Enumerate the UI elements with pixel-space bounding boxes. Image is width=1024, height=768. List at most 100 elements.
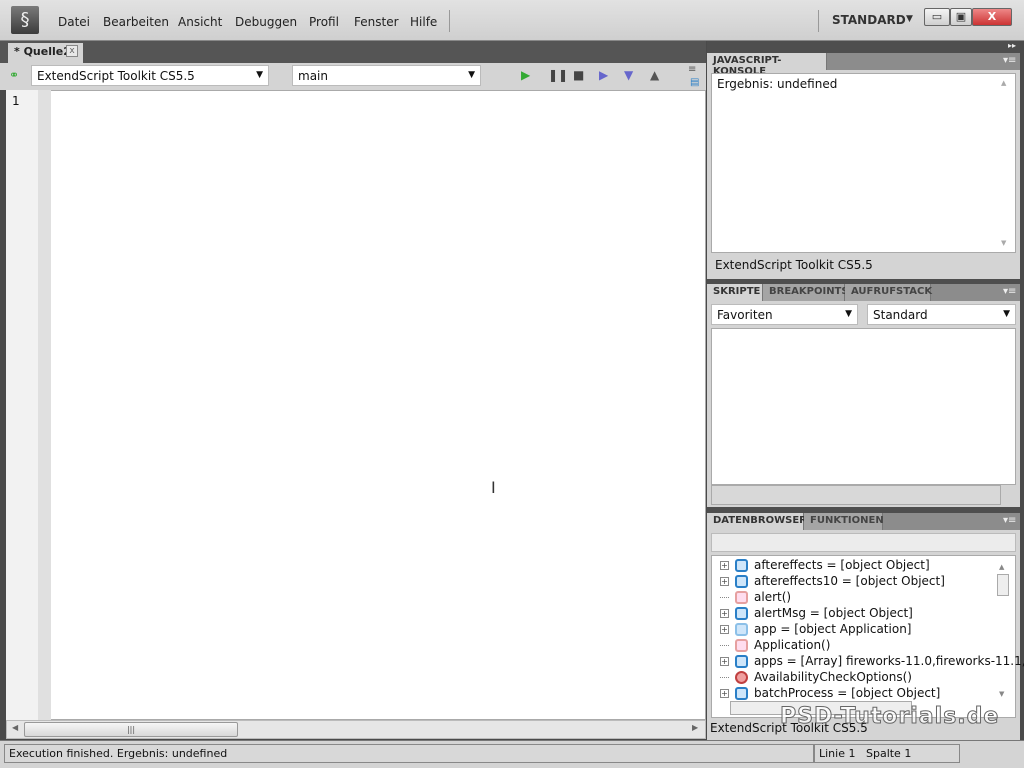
column-indicator: Spalte 1	[865, 747, 912, 760]
close-tab-icon[interactable]: x	[66, 45, 78, 57]
favorites-value: Favoriten	[717, 308, 773, 322]
scroll-right-icon[interactable]: ▶	[692, 723, 698, 732]
tree-item[interactable]: Application()	[720, 637, 830, 653]
expand-icon[interactable]: +	[720, 624, 729, 634]
code-editor[interactable]	[6, 90, 706, 720]
run-icon[interactable]: ▶	[521, 68, 530, 82]
class-icon	[735, 670, 748, 684]
object-icon	[735, 686, 748, 700]
engine-select[interactable]: main ▼	[292, 65, 481, 86]
panel-menu-icon[interactable]: ≡	[688, 64, 696, 75]
scripts-list[interactable]	[711, 328, 1016, 485]
line-number-gutter	[6, 90, 38, 720]
maximize-button[interactable]: ▣	[950, 8, 972, 26]
tab-funktionen[interactable]: FUNKTIONEN	[804, 513, 884, 530]
line-indicator: Linie 1	[819, 747, 856, 760]
horizontal-scrollbar[interactable]	[711, 485, 1001, 505]
console-footer: ExtendScript Toolkit CS5.5	[715, 258, 873, 272]
step-out-icon[interactable]: ▲	[650, 68, 659, 82]
standard-select[interactable]: Standard ▼	[867, 304, 1016, 325]
panel-menu-icon[interactable]: ▾≡	[1003, 286, 1016, 297]
object-icon	[735, 558, 748, 572]
chevron-down-icon[interactable]: ▼	[906, 14, 913, 24]
tree-item[interactable]: AvailabilityCheckOptions()	[720, 669, 912, 685]
favorites-select[interactable]: Favoriten ▼	[711, 304, 858, 325]
app-logo-icon: §	[11, 6, 39, 34]
chevron-down-icon: ▼	[256, 70, 263, 80]
scroll-down-icon[interactable]: ▼	[1001, 239, 1006, 247]
tree-item[interactable]: + app = [object Application]	[720, 621, 911, 637]
minimize-button[interactable]: ▭	[924, 8, 950, 26]
tab-datenbrowser[interactable]: DATENBROWSER	[707, 513, 807, 530]
tree-line	[720, 676, 729, 678]
databrowser-search-input[interactable]	[711, 533, 1016, 552]
scroll-up-icon[interactable]: ▲	[999, 563, 1004, 571]
target-app-value: ExtendScript Toolkit CS5.5	[37, 69, 195, 83]
menu-ansicht[interactable]: Ansicht	[178, 15, 222, 29]
cursor-position: Linie 1 Spalte 1	[814, 744, 960, 763]
tree-item[interactable]: + aftereffects10 = [object Object]	[720, 573, 945, 589]
step-into-icon[interactable]: ▼	[624, 68, 633, 82]
menu-fenster[interactable]: Fenster	[354, 15, 399, 29]
step-over-icon[interactable]: ▶	[599, 68, 608, 82]
panel-menu-icon[interactable]: ▾≡	[1003, 55, 1016, 66]
scroll-left-icon[interactable]: ◀	[12, 723, 18, 732]
stop-icon[interactable]: ■	[573, 68, 584, 82]
tree-item-label: app = [object Application]	[754, 622, 912, 636]
tree-item-label: alertMsg = [object Object]	[754, 606, 913, 620]
tree-item[interactable]: + aftereffects = [object Object]	[720, 557, 930, 573]
tree-item[interactable]: + alertMsg = [object Object]	[720, 605, 913, 621]
menu-bearbeiten[interactable]: Bearbeiten	[103, 15, 169, 29]
text-cursor-icon: I	[491, 478, 496, 497]
close-button[interactable]: X	[972, 8, 1012, 26]
chevron-down-icon: ▼	[468, 70, 475, 80]
standard-value: Standard	[873, 308, 928, 322]
tab-aufrufstack[interactable]: AUFRUFSTACK	[845, 284, 932, 301]
scrollbar-thumb[interactable]: |||	[24, 722, 238, 737]
expand-icon[interactable]: +	[720, 688, 729, 698]
tree-item-label: Application()	[754, 638, 831, 652]
line-number: 1	[12, 94, 20, 108]
menu-datei[interactable]: Datei	[58, 15, 90, 29]
link-icon[interactable]: ⚭	[9, 68, 19, 82]
object-icon	[735, 654, 748, 668]
divider	[449, 10, 450, 32]
collapse-icon[interactable]: ▸▸	[1008, 41, 1016, 50]
watermark-logo: PSD-Tutorials.de	[779, 704, 1000, 730]
console-output[interactable]	[711, 73, 1016, 253]
chevron-down-icon: ▼	[845, 309, 852, 319]
menu-profil[interactable]: Profil	[309, 15, 339, 29]
tree-line	[720, 596, 729, 598]
menu-hilfe[interactable]: Hilfe	[410, 15, 437, 29]
expand-icon[interactable]: +	[720, 576, 729, 586]
target-app-select[interactable]: ExtendScript Toolkit CS5.5 ▼	[31, 65, 269, 86]
tree-item-label: aftereffects10 = [object Object]	[754, 574, 945, 588]
object-icon	[735, 622, 748, 636]
scroll-down-icon[interactable]: ▼	[999, 690, 1004, 698]
object-icon	[735, 606, 748, 620]
tab-skripte[interactable]: SKRIPTE	[707, 284, 763, 301]
tree-item-label: alert()	[754, 590, 792, 604]
breakpoint-gutter[interactable]	[38, 90, 51, 720]
panel-options-icon[interactable]: ▤	[690, 77, 699, 88]
tab-breakpoints[interactable]: BREAKPOINTS	[763, 284, 849, 301]
pause-icon[interactable]: ❚❚	[548, 68, 568, 82]
scrollbar-thumb[interactable]	[997, 574, 1009, 596]
menu-debuggen[interactable]: Debuggen	[235, 15, 297, 29]
expand-icon[interactable]: +	[720, 608, 729, 618]
tree-item[interactable]: alert()	[720, 589, 791, 605]
tree-item-label: AvailabilityCheckOptions()	[754, 670, 912, 684]
divider	[818, 10, 819, 32]
tree-item[interactable]: + batchProcess = [object Object]	[720, 685, 940, 701]
tree-item[interactable]: + apps = [Array] fireworks-11.0,fireworks…	[720, 653, 1024, 669]
tab-javascript-konsole[interactable]: JAVASCRIPT-KONSOLE	[707, 53, 827, 77]
expand-icon[interactable]: +	[720, 656, 729, 666]
tree-line	[720, 644, 729, 646]
tree-item-label: aftereffects = [object Object]	[754, 558, 930, 572]
panel-menu-icon[interactable]: ▾≡	[1003, 515, 1016, 526]
scroll-up-icon[interactable]: ▲	[1001, 79, 1006, 87]
tree-item-label: apps = [Array] fireworks-11.0,fireworks-…	[754, 654, 1024, 668]
workspace-switcher[interactable]: STANDARD	[832, 13, 906, 27]
function-icon	[735, 638, 748, 652]
expand-icon[interactable]: +	[720, 560, 729, 570]
